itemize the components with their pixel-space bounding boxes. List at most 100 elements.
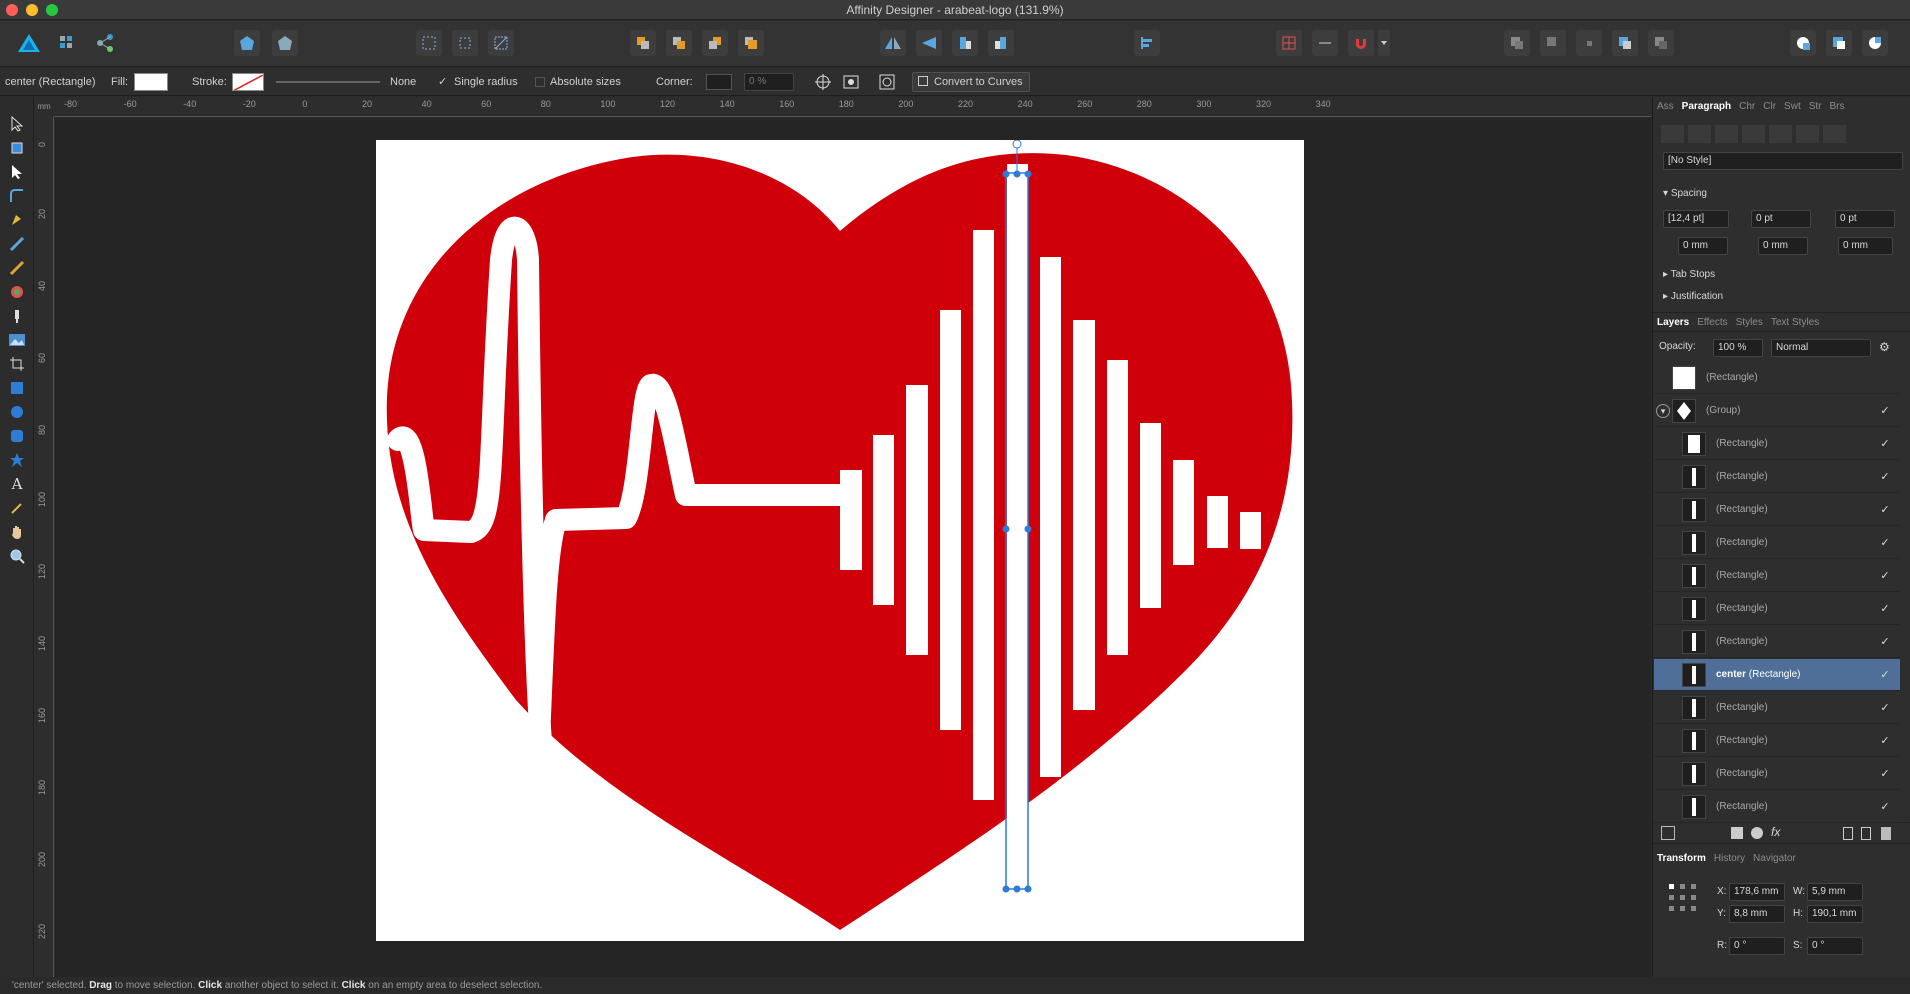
adjustment-icon[interactable] [1751,827,1763,839]
pencil-tool-icon[interactable] [5,233,29,255]
move-forward-one-icon[interactable] [702,30,728,56]
canvas-area[interactable] [55,118,1651,977]
layer-visibility-checkbox[interactable] [1878,371,1892,385]
horizontal-ruler[interactable]: -80 -60 -40 -20 0 20 40 60 80 100 120 140 160 180 200 2… [54,97,1651,117]
color-picker-tool-icon[interactable] [5,497,29,519]
heart-logo[interactable] [376,139,1304,941]
justify-center-icon[interactable] [1769,125,1792,143]
layer-visibility-checkbox[interactable]: ✓ [1878,536,1892,550]
flip-vertical-icon[interactable] [916,30,942,56]
y-field[interactable]: 8,8 mm [1729,905,1785,923]
layer-row[interactable]: ▾ (Group) ✓ [1654,395,1900,427]
pixel-persona-icon[interactable] [54,30,80,56]
layer-row[interactable]: (Rectangle) ✓ [1654,461,1900,493]
move-back-one-icon[interactable] [666,30,692,56]
tab-stops-row[interactable]: ▸ Tab Stops [1663,269,1715,280]
boolean-subtract-icon[interactable] [1540,30,1566,56]
layers-tab[interactable]: Text Styles [1767,313,1823,333]
stroke-swatch[interactable] [232,73,264,91]
move-to-back-icon[interactable] [630,30,656,56]
mask-icon[interactable] [1731,827,1743,839]
layer-row[interactable]: (Rectangle) ✓ [1654,560,1900,592]
layer-visibility-checkbox[interactable]: ✓ [1878,602,1892,616]
w-field[interactable]: 5,9 mm [1807,883,1863,901]
transparency-tool-icon[interactable] [5,305,29,327]
fill-swatch[interactable] [134,73,168,91]
studio-tab[interactable]: Brs [1826,97,1849,117]
layer-row[interactable]: (Rectangle) ✓ [1654,527,1900,559]
leading-field[interactable]: [12,4 pt] [1663,210,1729,228]
vector-brush-tool-icon[interactable] [5,257,29,279]
vertical-ruler[interactable]: 0 20 40 60 80 100 120 140 160 180 200 220 [34,117,54,977]
left-indent-field[interactable]: 0 mm [1678,237,1728,255]
first-indent-field[interactable]: 0 mm [1758,237,1808,255]
group-icon[interactable] [1861,827,1871,840]
fx-icon[interactable]: fx [1771,825,1780,839]
align-left-icon[interactable] [1134,30,1160,56]
chevron-down-icon[interactable] [1378,30,1390,56]
layer-visibility-checkbox[interactable]: ✓ [1878,635,1892,649]
h-field[interactable]: 190,1 mm [1807,905,1863,923]
star-tool-icon[interactable] [5,449,29,471]
zoom-tool-icon[interactable] [5,545,29,567]
insert-inside-icon[interactable] [1790,30,1816,56]
layer-visibility-checkbox[interactable]: ✓ [1878,470,1892,484]
blend-mode-select[interactable]: Normal [1771,339,1871,357]
insert-top-icon[interactable] [1862,30,1888,56]
align-center-text-icon[interactable] [1688,125,1711,143]
pen-tool-icon[interactable] [5,209,29,231]
transform-tab[interactable]: Navigator [1749,849,1800,869]
studio-tab[interactable]: Clr [1759,97,1780,117]
justify-left-icon[interactable] [1742,125,1765,143]
studio-tab[interactable]: Str [1805,97,1826,117]
ellipse-tool-icon[interactable] [5,401,29,423]
corner-type-select[interactable] [706,74,732,90]
boolean-xor-icon[interactable] [1612,30,1638,56]
boolean-add-icon[interactable] [1504,30,1530,56]
layer-row[interactable]: (Rectangle) ✓ [1654,494,1900,526]
rotate-rectangle-icon[interactable] [878,73,896,91]
corner-tool-icon[interactable] [5,185,29,207]
rotate-right-icon[interactable] [988,30,1014,56]
layers-tab[interactable]: Effects [1693,313,1731,333]
gear-icon[interactable]: ⚙ [1879,340,1890,354]
layer-row[interactable]: (Rectangle) ✓ [1654,692,1900,724]
justification-row[interactable]: ▸ Justification [1663,291,1723,302]
justify-right-icon[interactable] [1796,125,1819,143]
snapping-grid-icon[interactable] [1276,30,1302,56]
node-tool-icon[interactable] [5,161,29,183]
document-setup-icon[interactable] [234,30,260,56]
transform-tab[interactable]: Transform [1653,849,1710,869]
insert-behind-icon[interactable] [1826,30,1852,56]
layer-visibility-checkbox[interactable]: ✓ [1878,437,1892,451]
show-transform-icon[interactable] [842,73,860,91]
studio-tab[interactable]: Paragraph [1678,97,1735,117]
minimize-window-button[interactable] [26,4,38,16]
rotate-left-icon[interactable] [952,30,978,56]
paragraph-style-select[interactable]: [No Style] [1663,152,1903,170]
rectangle-tool-icon[interactable] [5,377,29,399]
layer-row[interactable]: (Rectangle) ✓ [1654,428,1900,460]
shear-field[interactable]: 0 ° [1807,937,1863,955]
snap-grid-icon[interactable] [416,30,442,56]
layer-visibility-checkbox[interactable]: ✓ [1878,569,1892,583]
artboard-tool-icon[interactable] [5,137,29,159]
anchor-selector[interactable] [1667,882,1699,914]
convert-to-curves-button[interactable]: Convert to Curves [912,72,1030,92]
add-layer-icon[interactable] [1843,827,1853,840]
export-persona-icon[interactable] [92,30,118,56]
align-right-text-icon[interactable] [1715,125,1738,143]
hand-tool-icon[interactable] [5,521,29,543]
layer-row[interactable]: (Rectangle) ✓ [1654,725,1900,757]
boolean-intersect-icon[interactable] [1576,30,1602,56]
studio-tab[interactable]: Ass [1653,97,1678,117]
crop-tool-icon[interactable] [5,353,29,375]
move-to-front-icon[interactable] [738,30,764,56]
trash-icon[interactable] [1881,827,1891,840]
place-image-tool-icon[interactable] [5,329,29,351]
align-left-text-icon[interactable] [1661,125,1684,143]
layer-row[interactable]: (Rectangle) ✓ [1654,593,1900,625]
layer-visibility-checkbox[interactable]: ✓ [1878,734,1892,748]
layer-row[interactable]: (Rectangle) [1654,362,1900,394]
rotation-field[interactable]: 0 ° [1729,937,1785,955]
